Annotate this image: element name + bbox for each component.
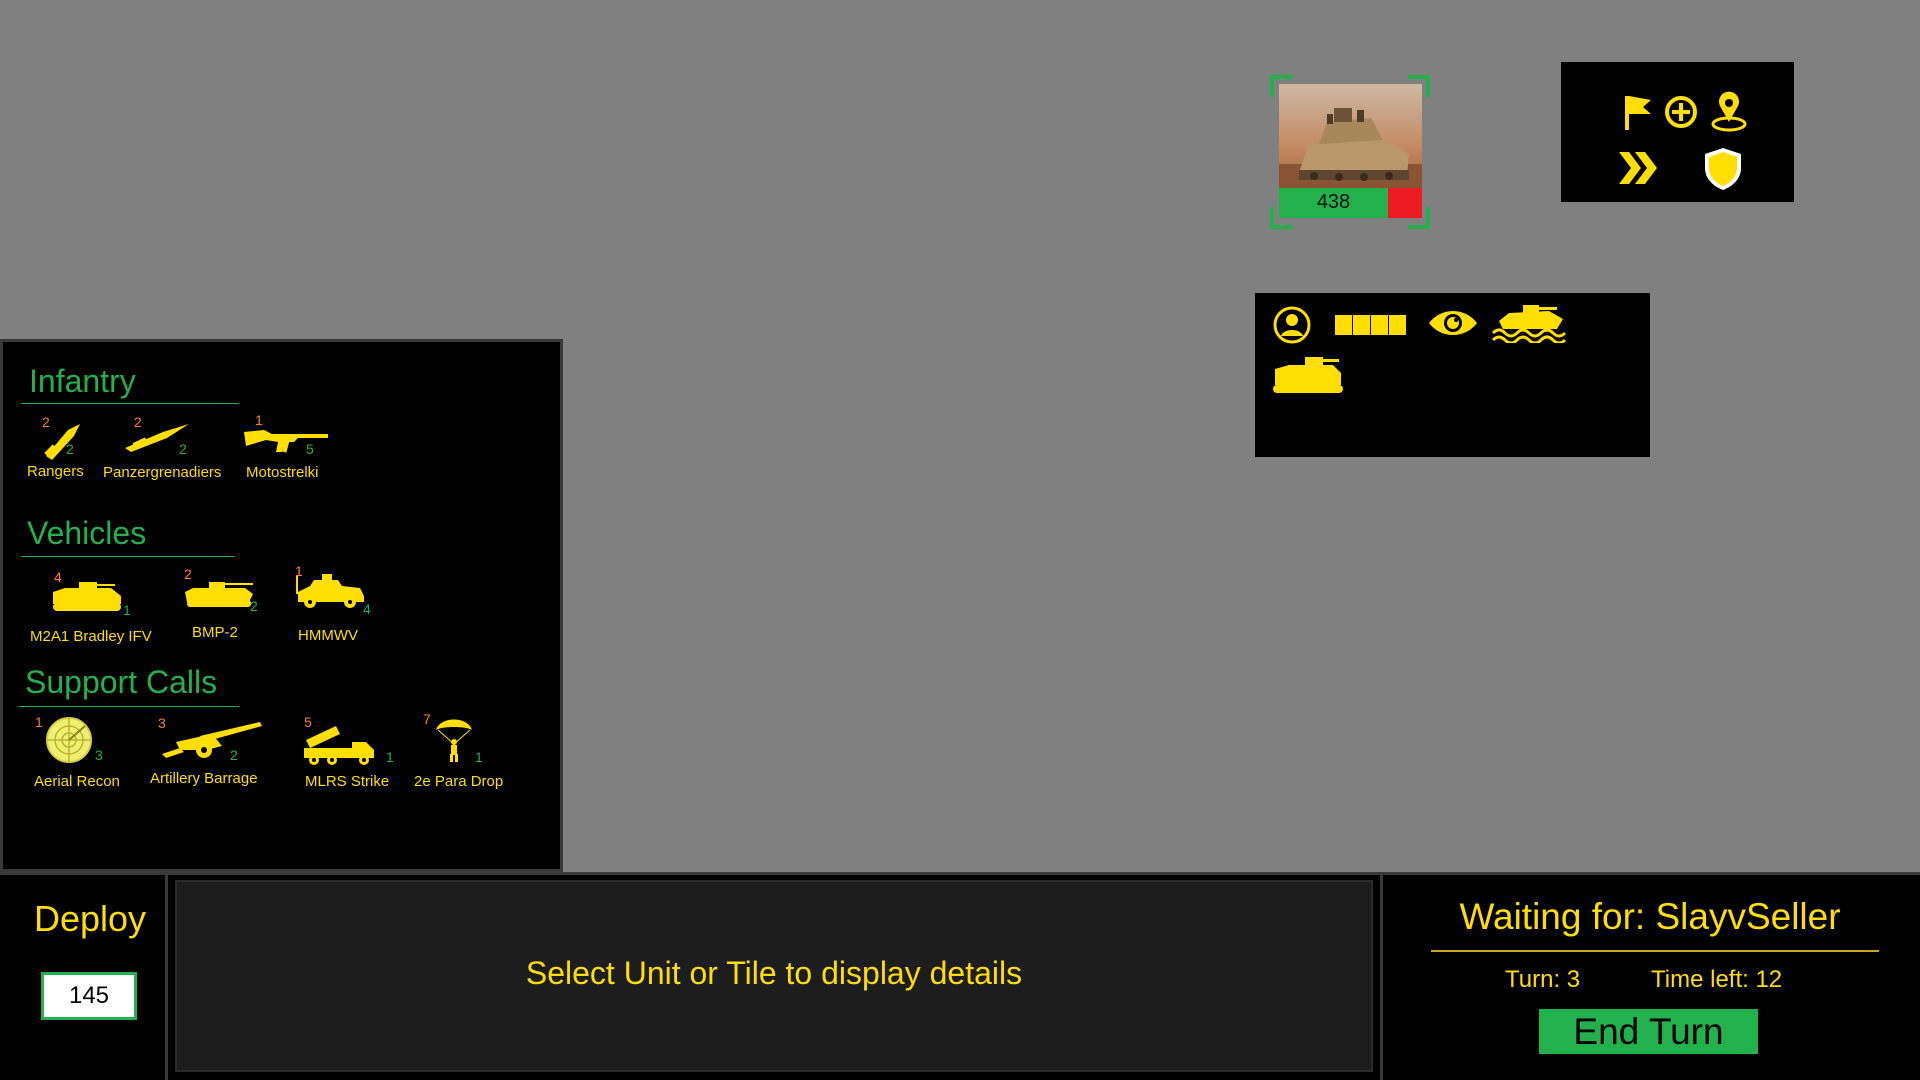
card-name: Rangers — [27, 463, 84, 480]
turn-counter: Turn: 3 — [1505, 966, 1581, 993]
armor-bar-icon — [1335, 315, 1407, 340]
card-cost: 1 — [35, 714, 43, 730]
turn-divider — [1431, 950, 1879, 952]
card-name: Panzergrenadiers — [103, 464, 222, 481]
card-name: BMP-2 — [192, 624, 238, 641]
humvee-icon — [296, 574, 364, 608]
deploy-label: Deploy — [33, 898, 147, 939]
health-damage-segment — [1388, 188, 1422, 218]
rocket-launcher-icon — [304, 726, 374, 765]
card-count: 2 — [250, 598, 258, 614]
card-count: 5 — [306, 441, 314, 457]
section-divider — [19, 706, 239, 707]
bmp-icon — [185, 582, 253, 607]
section-title-vehicles: Vehicles — [27, 515, 147, 551]
deck-card-hmmwv[interactable]: 1 4 HMMWV — [292, 563, 442, 646]
deck-card-panzergrenadiers[interactable]: 2 2 Panzergrenadiers — [101, 412, 251, 492]
card-name: HMMWV — [298, 627, 358, 644]
radar-icon — [46, 717, 92, 763]
card-name: MLRS Strike — [305, 773, 390, 790]
card-name: M2A1 Bradley IFV — [30, 628, 152, 645]
amphibious-icon — [1491, 301, 1573, 348]
card-count: 1 — [386, 749, 394, 765]
card-count: 1 — [123, 602, 131, 618]
section-title-support-calls: Support Calls — [25, 664, 218, 700]
ifv-icon — [53, 582, 121, 611]
section-divider — [21, 556, 235, 557]
unit-health-value: 438 — [1316, 191, 1351, 213]
card-name: Aerial Recon — [34, 773, 120, 790]
card-count: 1 — [475, 749, 483, 765]
unit-portrait — [1279, 84, 1422, 188]
double-chevron-icon[interactable] — [1617, 148, 1657, 188]
tracked-vehicle-icon — [1271, 355, 1345, 400]
plus-circle-icon[interactable] — [1661, 92, 1701, 132]
rifle-icon — [244, 430, 328, 453]
card-name: Artillery Barrage — [150, 770, 258, 787]
section-divider — [21, 403, 239, 404]
knife-icon — [44, 424, 80, 460]
selected-unit-card[interactable]: 438 — [1270, 75, 1430, 229]
eye-icon — [1427, 307, 1479, 344]
waiting-status: Waiting for: SlayvSeller — [1459, 896, 1841, 937]
deck-card-2e-para-drop[interactable]: 7 1 2e Para Drop — [408, 711, 558, 792]
deck-card-m2a1-bradley-ifv[interactable]: 4 1 M2A1 Bradley IFV — [18, 566, 168, 646]
card-count: 2 — [230, 747, 238, 763]
card-name: 2e Para Drop — [414, 773, 504, 790]
map-pin-icon[interactable] — [1709, 90, 1749, 132]
deck-panel: Infantry 2 2 Rangers 2 2 Panzergrenadier… — [0, 339, 563, 872]
unit-health-bar: 438 — [1279, 188, 1422, 218]
flag-icon[interactable] — [1617, 92, 1657, 132]
howitzer-icon — [162, 722, 262, 758]
deck-card-artillery-barrage[interactable]: 3 2 Artillery Barrage — [146, 712, 296, 792]
unit-traits-panel — [1255, 293, 1650, 457]
card-count: 2 — [66, 441, 74, 457]
card-name: Motostrelki — [246, 464, 319, 481]
section-title-infantry: Infantry — [29, 363, 136, 399]
unit-orders-panel — [1561, 62, 1794, 202]
card-count: 2 — [179, 441, 187, 457]
card-count: 3 — [95, 747, 103, 763]
card-count: 4 — [363, 601, 371, 617]
card-cost: 7 — [423, 711, 431, 727]
details-message: Select Unit or Tile to display details — [525, 955, 1023, 991]
shield-icon[interactable] — [1701, 146, 1741, 190]
end-turn-button[interactable]: End Turn — [1539, 1009, 1758, 1054]
deploy-points-field: 145 — [41, 972, 137, 1020]
commander-icon — [1272, 305, 1312, 350]
time-left: Time left: 12 — [1651, 966, 1783, 993]
paratrooper-icon — [436, 719, 472, 762]
deck-card-motostrelki[interactable]: 1 5 Motostrelki — [232, 412, 382, 492]
